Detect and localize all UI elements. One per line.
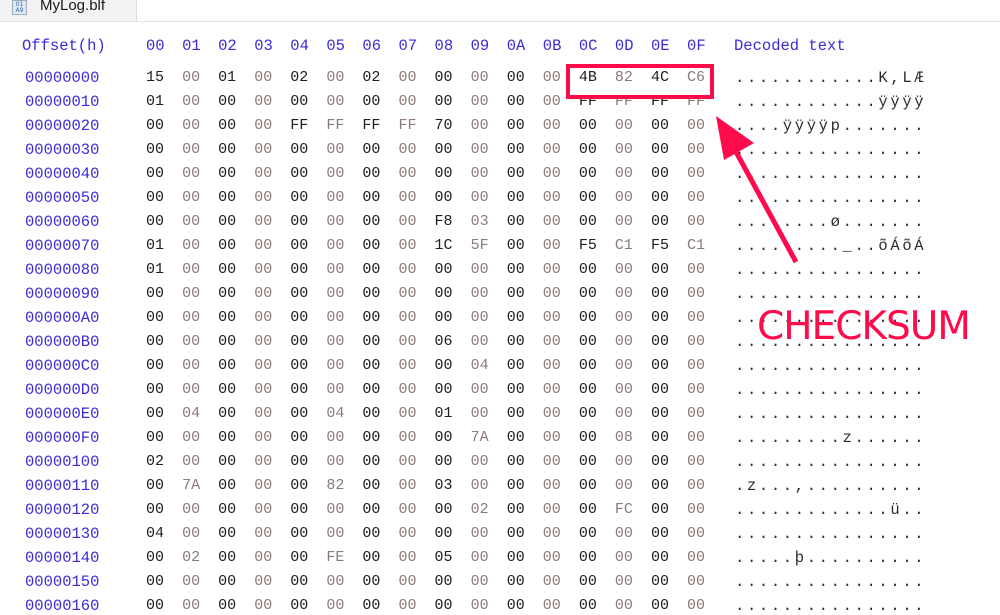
arrow-head [716,116,754,160]
checksum-label: CHECKSUM [757,304,971,349]
arrow-shaft [732,148,799,264]
